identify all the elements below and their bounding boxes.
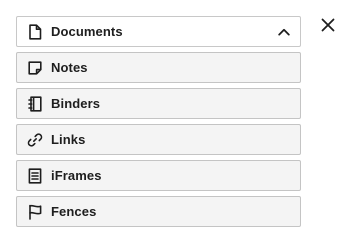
content-type-panel: Documents Notes Binders Links iFrames Fe… bbox=[0, 0, 348, 243]
iframe-icon bbox=[27, 167, 43, 184]
note-icon bbox=[27, 60, 43, 76]
menu-item-label: Binders bbox=[51, 96, 101, 111]
menu-item-iframes[interactable]: iFrames bbox=[16, 160, 301, 191]
menu-item-label: Fences bbox=[51, 204, 97, 219]
menu-item-binders[interactable]: Binders bbox=[16, 88, 301, 119]
close-icon bbox=[321, 18, 335, 32]
link-icon bbox=[27, 132, 43, 148]
binder-icon bbox=[27, 95, 43, 112]
menu-item-label: iFrames bbox=[51, 168, 102, 183]
menu-item-documents[interactable]: Documents bbox=[16, 16, 301, 47]
document-icon bbox=[27, 23, 43, 40]
chevron-up-icon[interactable] bbox=[277, 25, 291, 39]
menu-item-fences[interactable]: Fences bbox=[16, 196, 301, 227]
flag-icon bbox=[27, 204, 43, 220]
menu-item-label: Notes bbox=[51, 60, 88, 75]
menu-item-notes[interactable]: Notes bbox=[16, 52, 301, 83]
menu-item-links[interactable]: Links bbox=[16, 124, 301, 155]
close-button[interactable] bbox=[318, 15, 338, 35]
menu-item-label: Documents bbox=[51, 24, 123, 39]
menu-item-label: Links bbox=[51, 132, 86, 147]
